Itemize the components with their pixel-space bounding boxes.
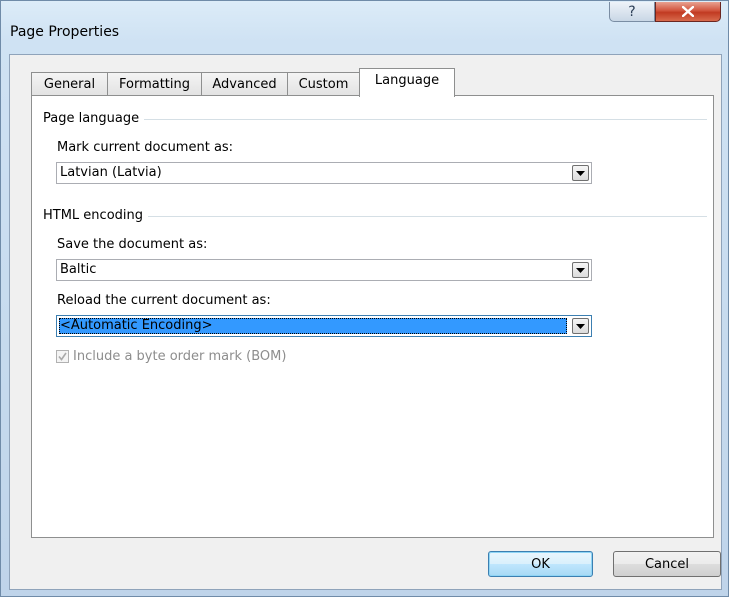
dropdown-arrow-icon [576, 267, 585, 273]
close-button[interactable] [655, 2, 721, 22]
ok-button[interactable]: OK [488, 551, 593, 577]
page-language-select[interactable]: Latvian (Latvia) [56, 162, 592, 184]
dropdown-arrow-icon [576, 170, 585, 176]
dropdown-arrow-icon [576, 323, 585, 329]
save-document-label: Save the document as: [57, 237, 208, 252]
tab-formatting[interactable]: Formatting [107, 72, 202, 96]
html-encoding-group-label: HTML encoding [43, 208, 149, 223]
dialog-title: Page Properties [10, 24, 120, 40]
reload-encoding-dropdown-button[interactable] [572, 318, 589, 334]
close-x-icon [682, 6, 694, 17]
tab-advanced[interactable]: Advanced [201, 72, 288, 96]
help-icon: ? [628, 3, 636, 20]
page-properties-dialog: Page Properties ? General Formatting Adv… [0, 0, 729, 597]
tab-language[interactable]: Language [359, 68, 455, 97]
mark-document-label: Mark current document as: [57, 140, 234, 155]
bom-checkbox-label: Include a byte order mark (BOM) [73, 349, 287, 364]
reload-document-label: Reload the current document as: [57, 293, 271, 308]
language-tab-panel: Page language Mark current document as: … [31, 95, 714, 538]
cancel-button[interactable]: Cancel [613, 551, 721, 577]
dialog-client-area: General Formatting Advanced Custom Langu… [9, 54, 722, 590]
page-language-value: Latvian (Latvia) [60, 165, 162, 180]
bom-checkbox-row[interactable]: Include a byte order mark (BOM) [56, 349, 286, 364]
tab-custom[interactable]: Custom [287, 72, 360, 96]
save-encoding-select[interactable]: Baltic [56, 259, 592, 281]
page-language-dropdown-button[interactable] [572, 165, 589, 181]
page-language-group-label: Page language [43, 111, 145, 126]
save-encoding-value: Baltic [60, 262, 97, 277]
bom-checkbox[interactable] [56, 350, 69, 363]
reload-encoding-value: <Automatic Encoding> [60, 318, 213, 333]
checkmark-icon [58, 352, 67, 361]
save-encoding-dropdown-button[interactable] [572, 262, 589, 278]
tab-general[interactable]: General [31, 72, 108, 96]
help-button[interactable]: ? [609, 2, 655, 22]
reload-encoding-select[interactable]: <Automatic Encoding> [56, 315, 592, 337]
